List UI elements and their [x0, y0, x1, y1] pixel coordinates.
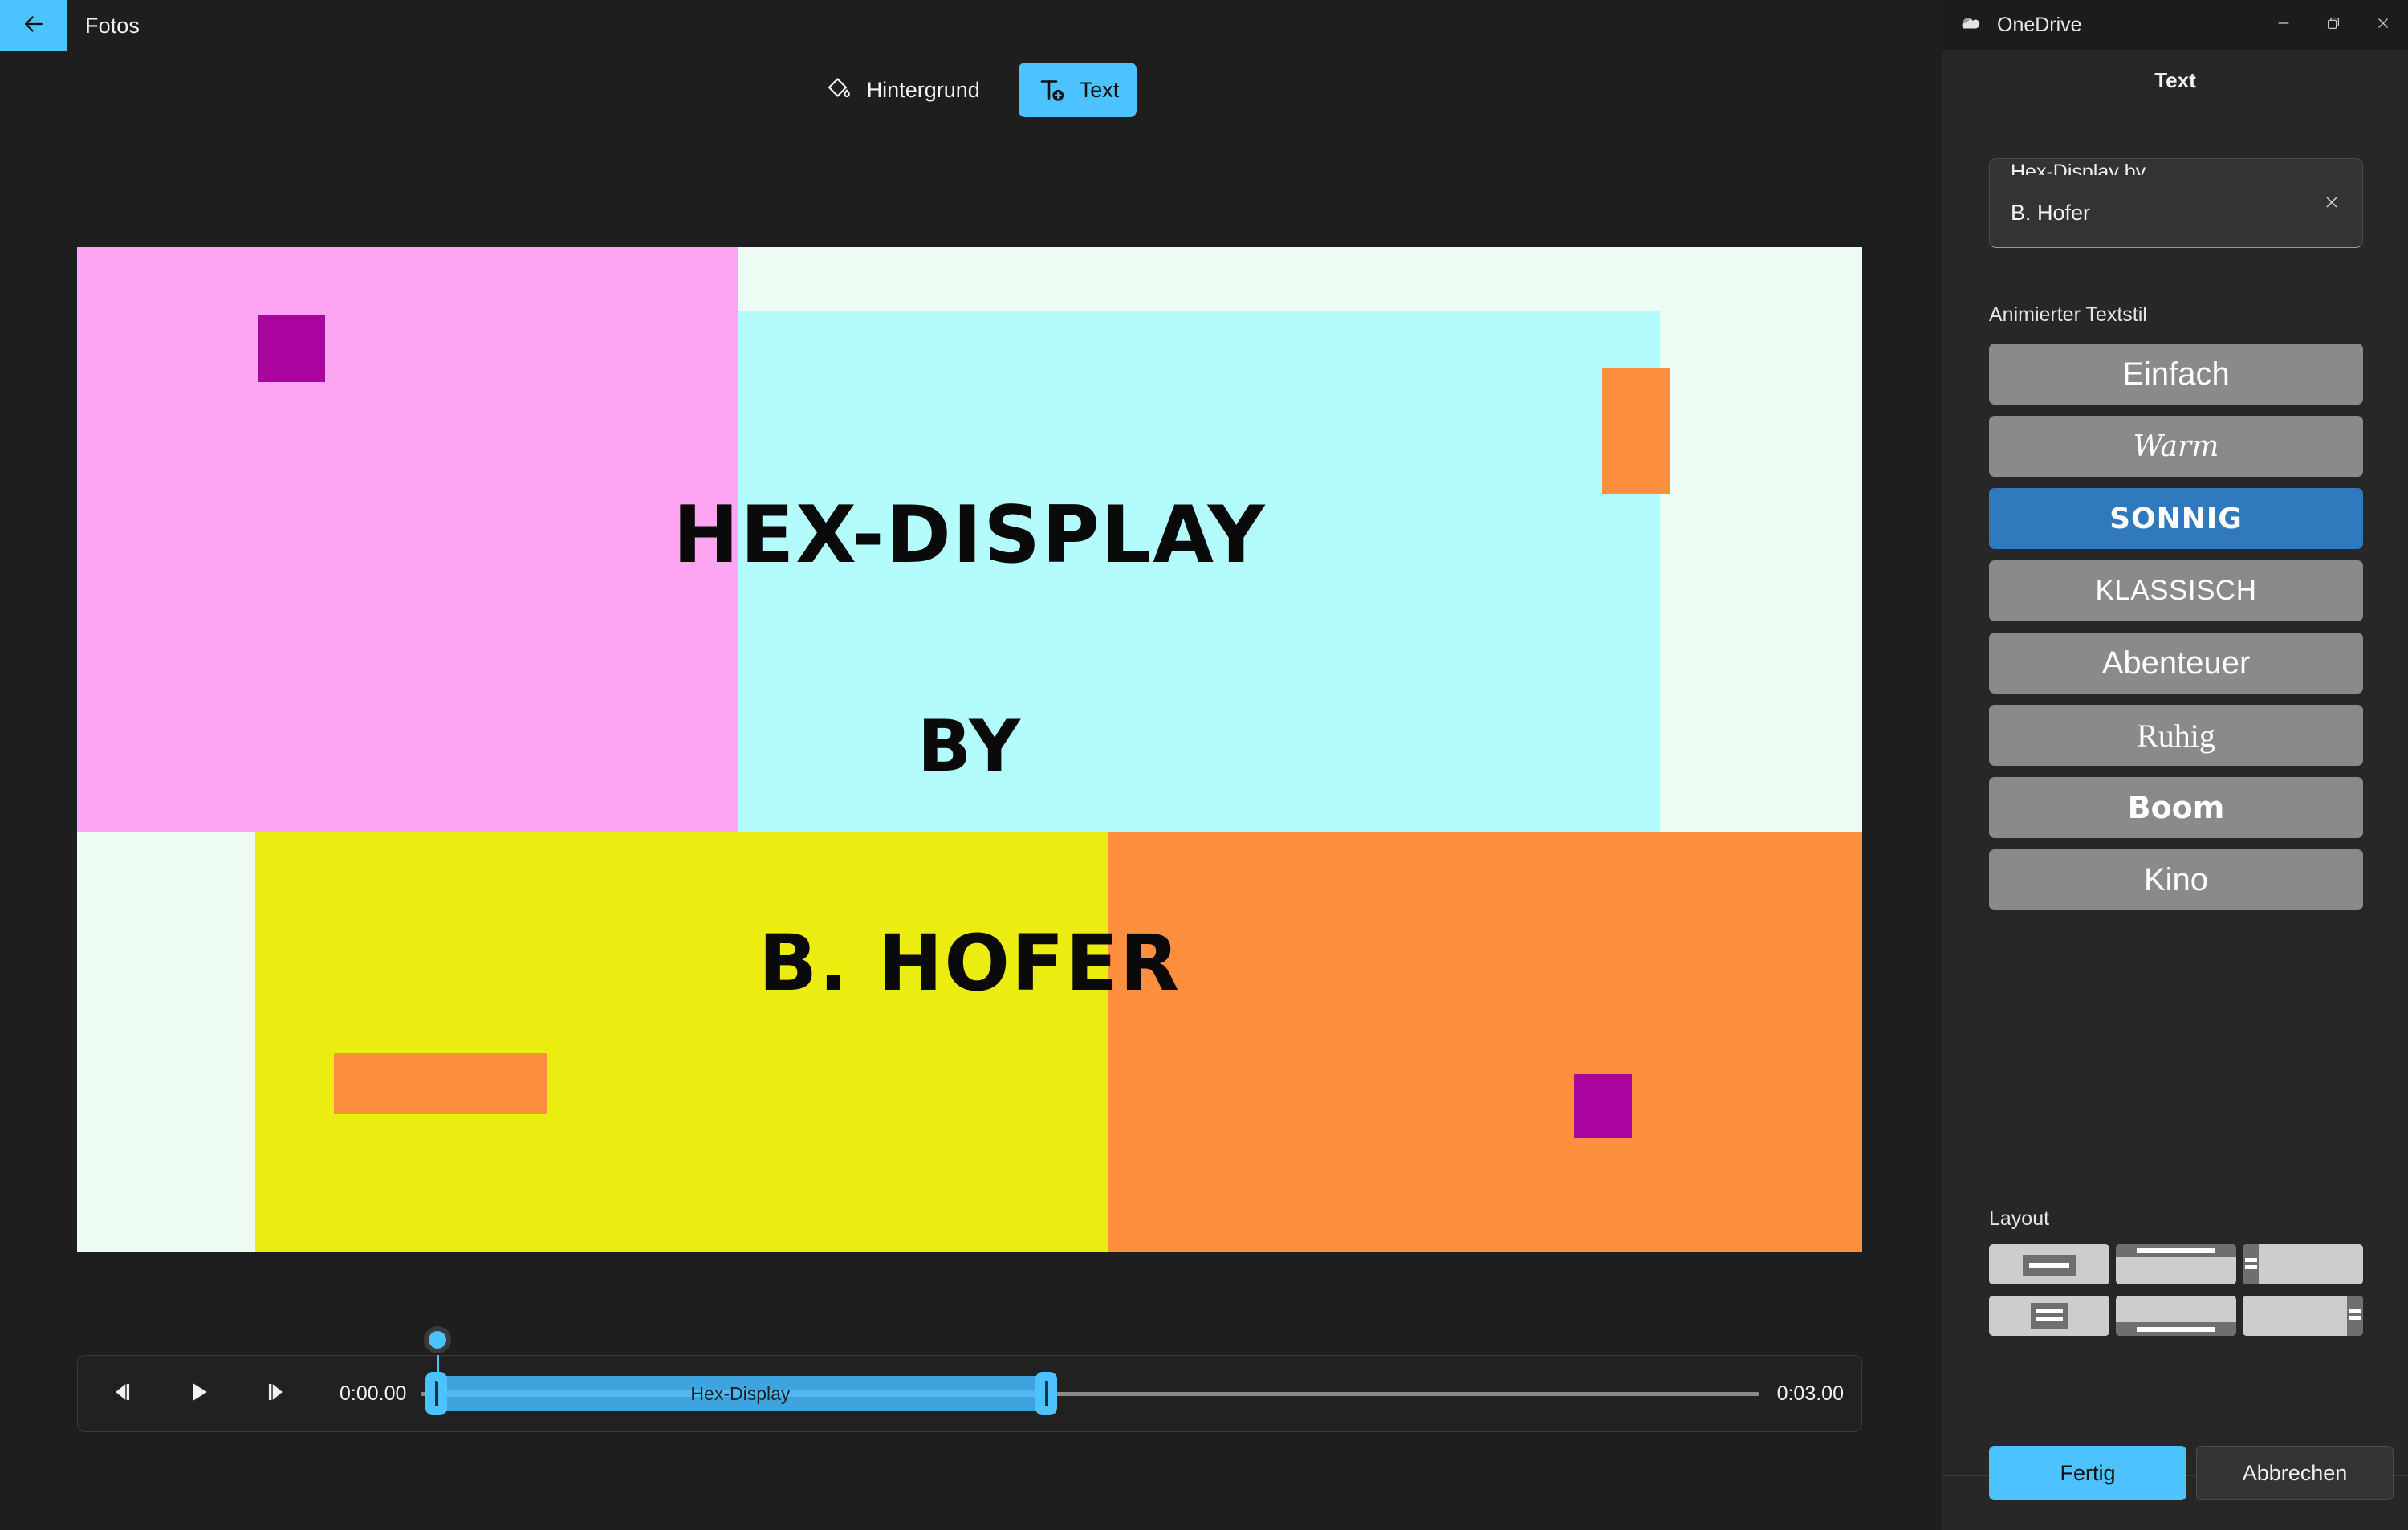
- canvas-accent-magenta-top: [258, 315, 325, 382]
- current-time-label: 0:00.00: [340, 1381, 407, 1405]
- style-option-sonnig[interactable]: SONNIG: [1989, 488, 2363, 549]
- text-properties-panel: OneDrive Text Hex-Display by B. Hofer An…: [1942, 0, 2408, 1530]
- arrow-left-icon: [20, 10, 47, 42]
- canvas-accent-orange-right: [1602, 368, 1670, 494]
- text-tool-button[interactable]: Text: [1018, 63, 1137, 117]
- style-label: SONNIG: [2109, 502, 2243, 535]
- restore-button[interactable]: [2308, 0, 2358, 50]
- photos-video-editor-window: Fotos Hintergrund Text HEX-DISPLAY BY B.…: [0, 0, 2408, 1530]
- trim-handle-end[interactable]: [1035, 1372, 1058, 1415]
- cancel-button[interactable]: Abbrechen: [2196, 1446, 2394, 1500]
- style-option-einfach[interactable]: Einfach: [1989, 344, 2363, 405]
- panel-actions: Fertig Abbrechen: [1989, 1446, 2394, 1500]
- canvas-title-line-1: HEX-DISPLAY: [673, 490, 1267, 581]
- canvas-block-yellow: [255, 832, 1108, 1252]
- minimize-button[interactable]: [2259, 0, 2308, 50]
- style-option-kino[interactable]: Kino: [1989, 849, 2363, 910]
- text-tool-label: Text: [1079, 77, 1120, 102]
- layout-option-left-band[interactable]: [2243, 1244, 2363, 1284]
- style-option-warm[interactable]: Warm: [1989, 416, 2363, 477]
- animated-text-style-list: Einfach Warm SONNIG KLASSISCH Abenteuer …: [1989, 344, 2363, 922]
- cancel-label: Abbrechen: [2242, 1460, 2348, 1485]
- onedrive-titlebar: OneDrive: [1942, 0, 2408, 50]
- previous-frame-icon: [108, 1378, 136, 1410]
- timeline-clip[interactable]: Hex-Display: [435, 1376, 1046, 1411]
- style-label: Boom: [2127, 790, 2225, 825]
- onedrive-title: OneDrive: [1997, 13, 2082, 36]
- layout-option-center-double[interactable]: [1989, 1296, 2109, 1336]
- canvas-accent-magenta-bottom: [1574, 1074, 1632, 1138]
- timeline-clip-label: Hex-Display: [690, 1382, 791, 1404]
- canvas-block-orange: [1108, 832, 1862, 1252]
- layout-option-top-band[interactable]: [2116, 1244, 2236, 1284]
- layout-option-bottom-band[interactable]: [2116, 1296, 2236, 1336]
- playhead-stem: [437, 1355, 440, 1382]
- playhead-handle[interactable]: [424, 1326, 452, 1353]
- app-title: Fotos: [85, 14, 140, 38]
- close-button[interactable]: [2358, 0, 2408, 50]
- editor-region: Fotos Hintergrund Text HEX-DISPLAY BY B.…: [0, 0, 1942, 1530]
- style-option-boom[interactable]: Boom: [1989, 777, 2363, 838]
- style-label: Warm: [2133, 429, 2219, 463]
- timeline-track[interactable]: Hex-Display: [421, 1326, 1759, 1432]
- canvas-title-line-2: BY: [917, 705, 1022, 787]
- play-icon: [185, 1378, 213, 1410]
- text-input-value: B. Hofer: [2011, 201, 2091, 225]
- onedrive-cloud-icon: [1957, 14, 1984, 35]
- transport-bar: 0:00.00 Hex-Display 0:03.00: [77, 1326, 1862, 1432]
- video-preview-canvas[interactable]: HEX-DISPLAY BY B. HOFER: [77, 247, 1862, 1252]
- background-tool-label: Hintergrund: [866, 77, 980, 102]
- layout-options-grid: [1989, 1244, 2363, 1336]
- close-icon: [2322, 193, 2341, 216]
- previous-frame-button[interactable]: [97, 1369, 147, 1418]
- editor-titlebar: Fotos: [0, 0, 1942, 51]
- restore-icon: [2325, 14, 2342, 36]
- clear-text-button[interactable]: [2311, 183, 2353, 225]
- background-tool-button[interactable]: Hintergrund: [806, 63, 998, 117]
- style-option-abenteuer[interactable]: Abenteuer: [1989, 633, 2363, 694]
- canvas-title-line-3: B. HOFER: [758, 918, 1182, 1008]
- style-option-ruhig[interactable]: Ruhig: [1989, 705, 2363, 766]
- total-time-label: 0:03.00: [1776, 1381, 1844, 1405]
- text-input-clipped-line: Hex-Display by: [2011, 162, 2146, 175]
- play-button[interactable]: [174, 1369, 224, 1418]
- layout-option-center-single[interactable]: [1989, 1244, 2109, 1284]
- text-input-field[interactable]: Hex-Display by B. Hofer: [1989, 158, 2363, 248]
- style-option-klassisch[interactable]: KLASSISCH: [1989, 560, 2363, 621]
- paint-bucket-icon: [824, 75, 854, 105]
- minimize-icon: [2275, 14, 2292, 36]
- next-frame-icon: [262, 1378, 290, 1410]
- style-label: Abenteuer: [2101, 645, 2251, 681]
- window-controls: [2259, 0, 2408, 50]
- next-frame-button[interactable]: [251, 1369, 301, 1418]
- back-button[interactable]: [0, 0, 67, 51]
- done-button[interactable]: Fertig: [1989, 1446, 2186, 1500]
- text-add-icon: [1036, 75, 1067, 105]
- layout-option-right-band[interactable]: [2243, 1296, 2363, 1336]
- style-label: Einfach: [2122, 356, 2230, 392]
- close-icon: [2374, 14, 2392, 36]
- style-label: Ruhig: [2137, 717, 2215, 754]
- panel-title: Text: [2154, 67, 2196, 92]
- animated-text-style-label: Animierter Textstil: [1989, 303, 2147, 326]
- editor-toolbar: Hintergrund Text: [0, 51, 1942, 128]
- style-label: KLASSISCH: [2095, 575, 2257, 606]
- done-label: Fertig: [2060, 1460, 2116, 1485]
- canvas-accent-orange-bottom: [334, 1053, 547, 1114]
- layout-section-label: Layout: [1989, 1207, 2050, 1230]
- style-label: Kino: [2143, 861, 2209, 897]
